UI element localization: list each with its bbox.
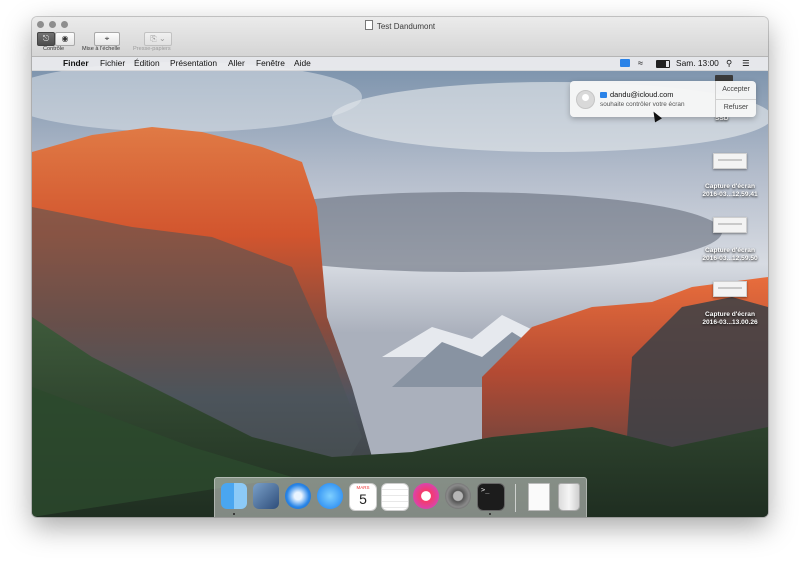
wifi-icon[interactable]: ≈ <box>638 57 643 70</box>
finder-running-indicator <box>233 513 235 515</box>
document-icon[interactable] <box>528 483 550 511</box>
calendar-month: MARS <box>356 485 370 490</box>
trash-icon[interactable] <box>558 483 580 511</box>
clipboard-button[interactable]: ⎘ ⌄ <box>144 32 172 46</box>
spotlight-icon[interactable]: ⚲ <box>726 57 732 70</box>
menu-aller[interactable]: Aller <box>228 57 245 70</box>
binoculars-icon: ◉ <box>61 34 69 43</box>
desktop-item-label: Capture d'écran 2016-03...12.59.50 <box>702 247 758 262</box>
clipboard-label: Presse-papiers <box>133 46 171 52</box>
control-label: Contrôle <box>43 46 65 52</box>
dock-separator <box>515 484 516 512</box>
itunes-icon[interactable] <box>413 483 439 509</box>
desktop-item[interactable]: Capture d'écran 2016-03...12.59.50 <box>694 217 766 263</box>
title-bar: Test Dandumont ⎋ ◉ Contrôle ⌖ Mise à l'é… <box>32 17 768 57</box>
dock: MARS 5 >_ <box>214 477 587 517</box>
screenshot-thumbnail-icon <box>713 153 747 169</box>
control-mouse-button[interactable]: ⎋ <box>37 32 55 46</box>
menu-finder[interactable]: Finder <box>63 57 89 70</box>
menu-presentation[interactable]: Présentation <box>170 57 217 70</box>
system-preferences-icon[interactable] <box>445 483 471 509</box>
calendar-day: 5 <box>359 491 367 507</box>
remote-screen[interactable]: Finder Fichier Édition Présentation Alle… <box>32 57 768 517</box>
reminders-icon[interactable] <box>381 483 409 511</box>
menu-fichier[interactable]: Fichier <box>100 57 125 70</box>
menu-edition[interactable]: Édition <box>134 57 160 70</box>
calendar-icon[interactable]: MARS 5 <box>349 483 377 511</box>
cursor-icon: ⎋ <box>42 34 50 43</box>
scale-button[interactable]: ⌖ <box>94 32 120 46</box>
screen-sharing-notification: dandu@icloud.com souhaite contrôler votr… <box>570 81 756 117</box>
observe-button[interactable]: ◉ <box>55 32 75 46</box>
desktop-item-label: Capture d'écran 2016-03...12.59.41 <box>702 183 758 198</box>
scale-label: Mise à l'échelle <box>82 46 121 52</box>
user-avatar-icon <box>576 90 595 109</box>
finder-icon[interactable] <box>221 483 247 509</box>
scale-icon: ⌖ <box>104 34 110 43</box>
remote-desktop-window: Test Dandumont ⎋ ◉ Contrôle ⌖ Mise à l'é… <box>32 17 768 517</box>
desktop-item-label: Capture d'écran 2016-03...13.00.26 <box>702 311 758 326</box>
document-icon <box>364 20 373 30</box>
clipboard-icon: ⎘ ⌄ <box>150 34 166 43</box>
messages-icon[interactable] <box>317 483 343 509</box>
terminal-running-indicator <box>489 513 491 515</box>
notification-center-icon[interactable]: ☰ <box>742 57 750 70</box>
terminal-icon[interactable]: >_ <box>477 483 505 511</box>
accept-button[interactable]: Accepter <box>716 81 756 99</box>
notification-subtitle: souhaite contrôler votre écran <box>600 101 685 108</box>
preview-icon[interactable] <box>253 483 279 509</box>
screenshot-thumbnail-icon <box>713 217 747 233</box>
wallpaper-el-capitan <box>32 57 768 517</box>
menu-fenetre[interactable]: Fenêtre <box>256 57 285 70</box>
desktop-item[interactable]: Capture d'écran 2016-03...12.59.41 <box>694 153 766 199</box>
desktop-item[interactable]: Capture d'écran 2016-03...13.00.26 <box>694 281 766 327</box>
decline-button[interactable]: Refuser <box>716 99 756 117</box>
menu-aide[interactable]: Aide <box>294 57 311 70</box>
window-title: Test Dandumont <box>32 20 768 31</box>
menubar-clock[interactable]: Sam. 13:00 <box>676 57 719 70</box>
notification-title: dandu@icloud.com <box>610 90 674 99</box>
menu-bar: Finder Fichier Édition Présentation Alle… <box>32 57 768 71</box>
screenshot-thumbnail-icon <box>713 281 747 297</box>
battery-icon[interactable] <box>656 60 670 68</box>
screen-sharing-icon <box>600 92 607 98</box>
safari-icon[interactable] <box>285 483 311 509</box>
screen-sharing-icon[interactable] <box>620 59 630 67</box>
